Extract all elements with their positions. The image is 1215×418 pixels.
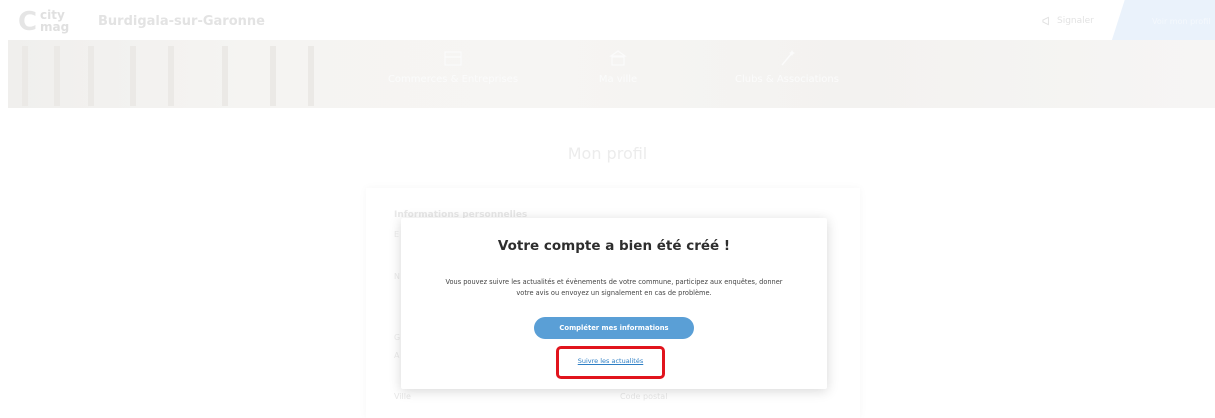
complete-info-button[interactable]: Compléter mes informations [534, 317, 694, 339]
logo-line-2: mag [40, 20, 70, 34]
follow-news-link[interactable]: Suivre les actualités [556, 357, 665, 365]
modal-title: Votre compte a bien été créé ! [497, 238, 731, 254]
hero-banner: Commerces & Entreprises Ma ville Clubs &… [8, 40, 1215, 108]
account-created-modal: Votre compte a bien été créé ! Vous pouv… [401, 218, 827, 389]
banner-decor [308, 46, 314, 106]
nav-ma-ville[interactable]: Ma ville [588, 40, 648, 108]
banner-decor [270, 46, 276, 106]
obscured-label: E [394, 230, 400, 239]
megaphone-icon [1042, 16, 1049, 26]
city-hall-icon [609, 50, 627, 66]
signaler-label: Signaler [1057, 16, 1094, 26]
storefront-icon [444, 51, 462, 66]
signaler-link[interactable]: Signaler [1042, 16, 1094, 26]
logo-letter: C [18, 7, 38, 37]
city-name[interactable]: Burdigala-sur-Garonne [98, 14, 265, 29]
obscured-label: G [394, 333, 401, 342]
nav-ma-ville-label: Ma ville [598, 74, 638, 85]
banner-decor [88, 46, 94, 106]
nav-clubs-label: Clubs & Associations [735, 74, 839, 85]
wand-icon [781, 50, 795, 66]
banner-decor [54, 46, 60, 106]
obscured-label: A [394, 351, 400, 360]
nav-clubs[interactable]: Clubs & Associations [722, 40, 852, 108]
nav-commerces-label: Commerces & Entreprises [387, 74, 519, 85]
ville-label: Ville [394, 392, 411, 401]
code-postal-label: Code postal [620, 392, 668, 401]
obscured-label: N [394, 272, 400, 281]
banner-decor [168, 46, 174, 106]
nav-commerces[interactable]: Commerces & Entreprises [380, 40, 526, 108]
banner-decor [222, 46, 228, 106]
modal-message: Vous pouvez suivre les actualités et évè… [445, 278, 783, 297]
banner-decor [22, 46, 28, 106]
page-title: Mon profil [567, 144, 648, 163]
profile-cta-label: Voir mon profil [1152, 17, 1211, 26]
banner-decor [130, 46, 136, 106]
citymag-logo[interactable]: C city mag [18, 8, 72, 36]
